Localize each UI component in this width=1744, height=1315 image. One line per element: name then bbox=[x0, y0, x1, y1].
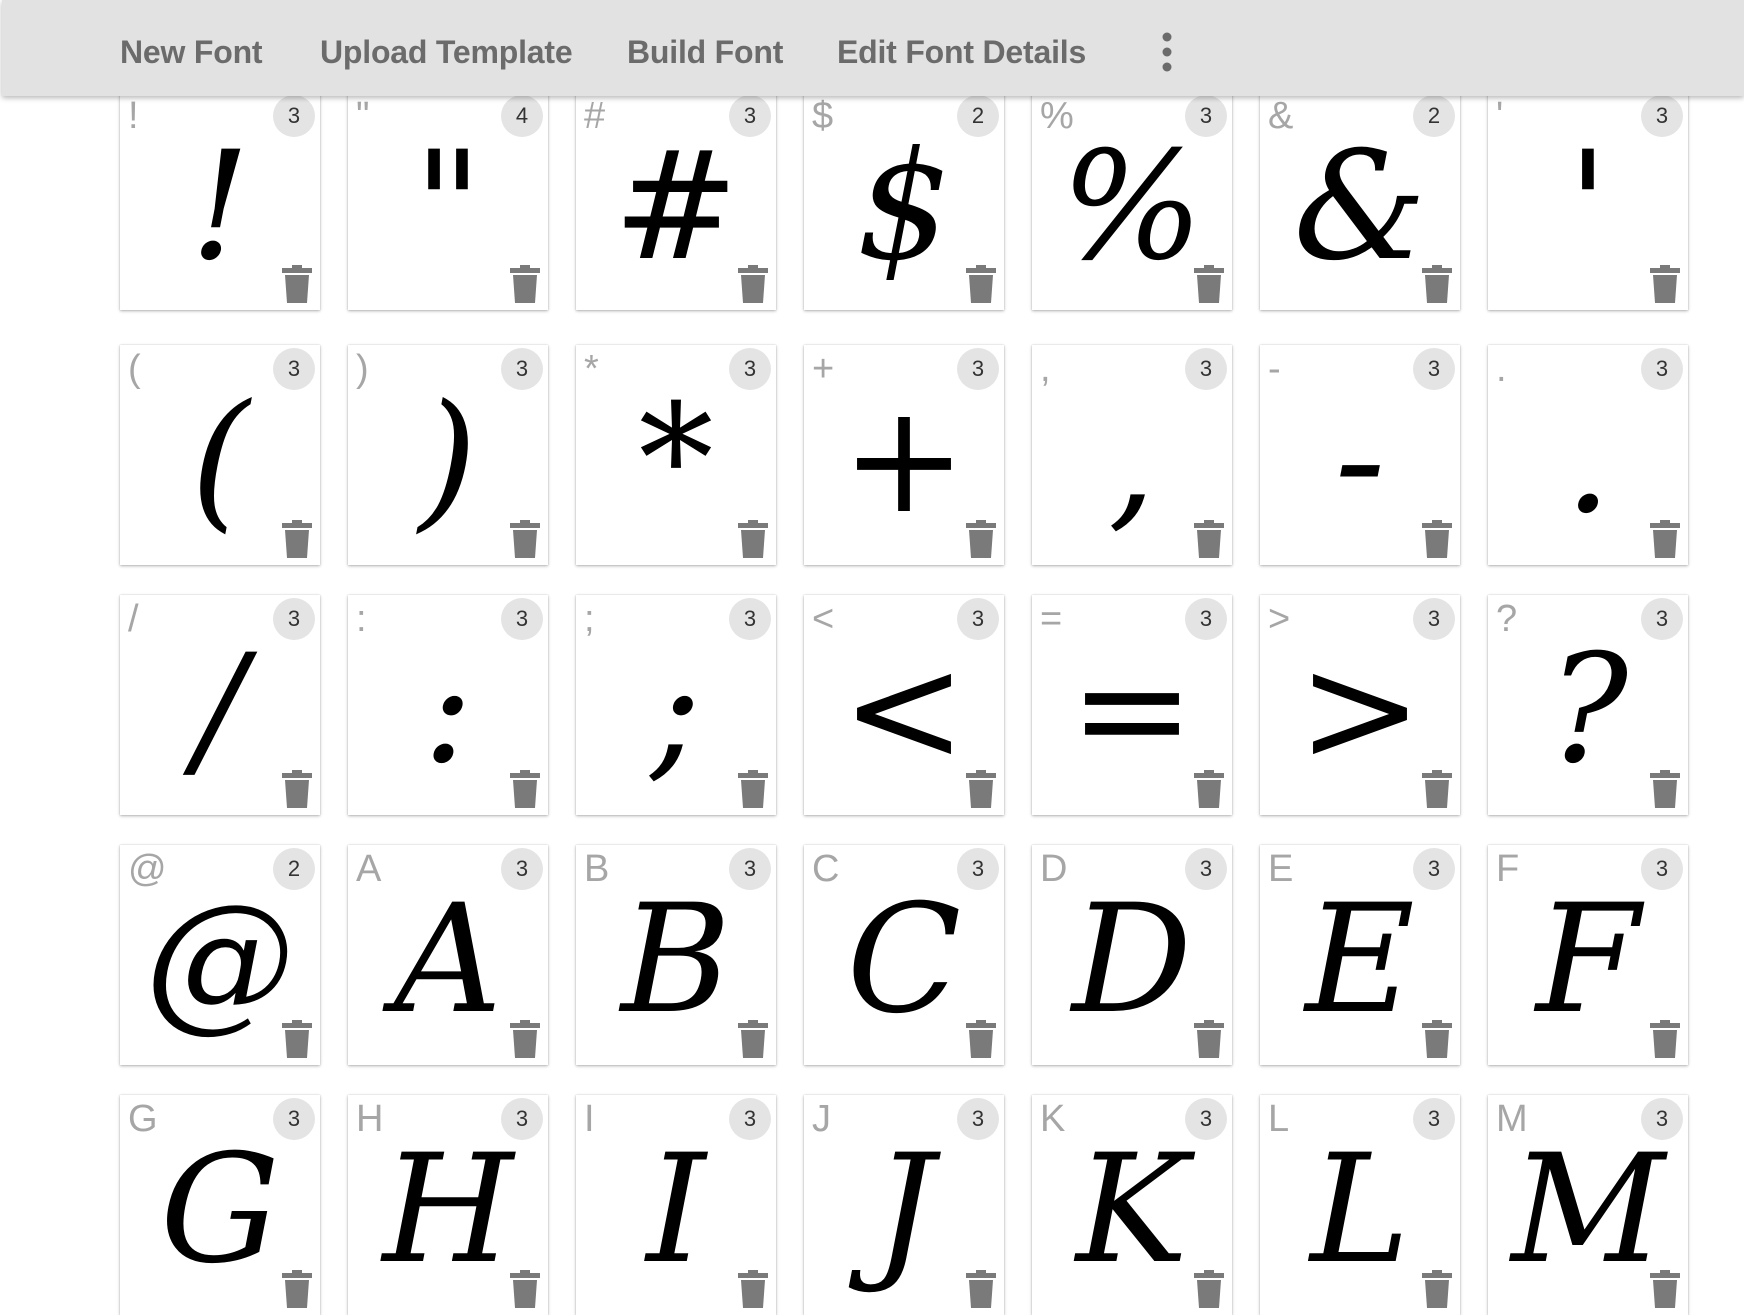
glyph-card[interactable]: F3F bbox=[1488, 845, 1688, 1065]
glyph-card[interactable]: :3: bbox=[348, 595, 548, 815]
trash-icon[interactable] bbox=[1650, 1020, 1680, 1058]
trash-icon[interactable] bbox=[510, 265, 540, 303]
glyph-card[interactable]: G3G bbox=[120, 1095, 320, 1315]
trash-icon[interactable] bbox=[510, 520, 540, 558]
trash-icon[interactable] bbox=[966, 520, 996, 558]
trash-icon[interactable] bbox=[282, 520, 312, 558]
edit-font-details-button[interactable]: Edit Font Details bbox=[837, 30, 1086, 74]
glyph-card[interactable]: ,3, bbox=[1032, 345, 1232, 565]
trash-icon[interactable] bbox=[1194, 1020, 1224, 1058]
trash-icon[interactable] bbox=[738, 1020, 768, 1058]
trash-icon[interactable] bbox=[966, 1270, 996, 1308]
trash-icon[interactable] bbox=[966, 770, 996, 808]
trash-icon[interactable] bbox=[510, 770, 540, 808]
glyph-card[interactable]: @2 @ bbox=[120, 845, 320, 1065]
build-font-button[interactable]: Build Font bbox=[627, 30, 783, 74]
glyph-card[interactable]: M3M bbox=[1488, 1095, 1688, 1315]
glyph-card[interactable]: L3L bbox=[1260, 1095, 1460, 1315]
glyph-card[interactable]: E3E bbox=[1260, 845, 1460, 1065]
glyph-card[interactable]: H3H bbox=[348, 1095, 548, 1315]
trash-icon[interactable] bbox=[1422, 770, 1452, 808]
glyph-card[interactable]: ! 3! bbox=[120, 92, 320, 310]
glyph-card[interactable]: * 3 * bbox=[576, 345, 776, 565]
trash-icon[interactable] bbox=[966, 265, 996, 303]
glyph-card[interactable]: & 2 & bbox=[1260, 92, 1460, 310]
trash-icon[interactable] bbox=[1194, 265, 1224, 303]
trash-icon[interactable] bbox=[1194, 770, 1224, 808]
glyph-card[interactable]: ; 3; bbox=[576, 595, 776, 815]
glyph-grid: ! 3! " 4 " #3 # $2 $% 3% & 2 & ' 3 ' (3() 3) * 3 * +3 +, 3, -3-.… bbox=[0, 0, 1744, 1315]
glyph-card[interactable]: = 3 = bbox=[1032, 595, 1232, 815]
trash-icon[interactable] bbox=[738, 520, 768, 558]
trash-icon[interactable] bbox=[282, 1020, 312, 1058]
trash-icon[interactable] bbox=[510, 1020, 540, 1058]
trash-icon[interactable] bbox=[282, 1270, 312, 1308]
toolbar: New Font Upload Template Build Font Edit… bbox=[2, 0, 1744, 96]
trash-icon[interactable] bbox=[282, 265, 312, 303]
upload-template-button[interactable]: Upload Template bbox=[320, 30, 573, 74]
trash-icon[interactable] bbox=[1194, 520, 1224, 558]
trash-icon[interactable] bbox=[1194, 1270, 1224, 1308]
trash-icon[interactable] bbox=[738, 265, 768, 303]
glyph-card[interactable]: " 4 " bbox=[348, 92, 548, 310]
glyph-card[interactable]: ) 3) bbox=[348, 345, 548, 565]
trash-icon[interactable] bbox=[510, 1270, 540, 1308]
glyph-card[interactable]: K3K bbox=[1032, 1095, 1232, 1315]
glyph-card[interactable]: (3( bbox=[120, 345, 320, 565]
trash-icon[interactable] bbox=[1650, 265, 1680, 303]
trash-icon[interactable] bbox=[1650, 520, 1680, 558]
trash-icon[interactable] bbox=[1422, 1020, 1452, 1058]
glyph-card[interactable]: #3 # bbox=[576, 92, 776, 310]
trash-icon[interactable] bbox=[1650, 1270, 1680, 1308]
glyph-card[interactable]: <3 < bbox=[804, 595, 1004, 815]
more-vert-icon[interactable] bbox=[1152, 30, 1182, 74]
trash-icon[interactable] bbox=[282, 770, 312, 808]
glyph-card[interactable]: C3C bbox=[804, 845, 1004, 1065]
trash-icon[interactable] bbox=[1422, 520, 1452, 558]
trash-icon[interactable] bbox=[738, 770, 768, 808]
glyph-card[interactable]: ? 3? bbox=[1488, 595, 1688, 815]
trash-icon[interactable] bbox=[738, 1270, 768, 1308]
trash-icon[interactable] bbox=[966, 1020, 996, 1058]
glyph-card[interactable]: +3 + bbox=[804, 345, 1004, 565]
glyph-card[interactable]: % 3% bbox=[1032, 92, 1232, 310]
glyph-card[interactable]: I3I bbox=[576, 1095, 776, 1315]
glyph-card[interactable]: ' 3 ' bbox=[1488, 92, 1688, 310]
glyph-card[interactable]: $2 $ bbox=[804, 92, 1004, 310]
new-font-button[interactable]: New Font bbox=[120, 30, 263, 74]
glyph-card[interactable]: A3A bbox=[348, 845, 548, 1065]
glyph-card[interactable]: J3J bbox=[804, 1095, 1004, 1315]
trash-icon[interactable] bbox=[1422, 1270, 1452, 1308]
glyph-card[interactable]: /3/ bbox=[120, 595, 320, 815]
glyph-card[interactable]: D3D bbox=[1032, 845, 1232, 1065]
glyph-card[interactable]: >3 > bbox=[1260, 595, 1460, 815]
glyph-card[interactable]: B3B bbox=[576, 845, 776, 1065]
trash-icon[interactable] bbox=[1650, 770, 1680, 808]
glyph-card[interactable]: .3. bbox=[1488, 345, 1688, 565]
glyph-card[interactable]: -3- bbox=[1260, 345, 1460, 565]
trash-icon[interactable] bbox=[1422, 265, 1452, 303]
